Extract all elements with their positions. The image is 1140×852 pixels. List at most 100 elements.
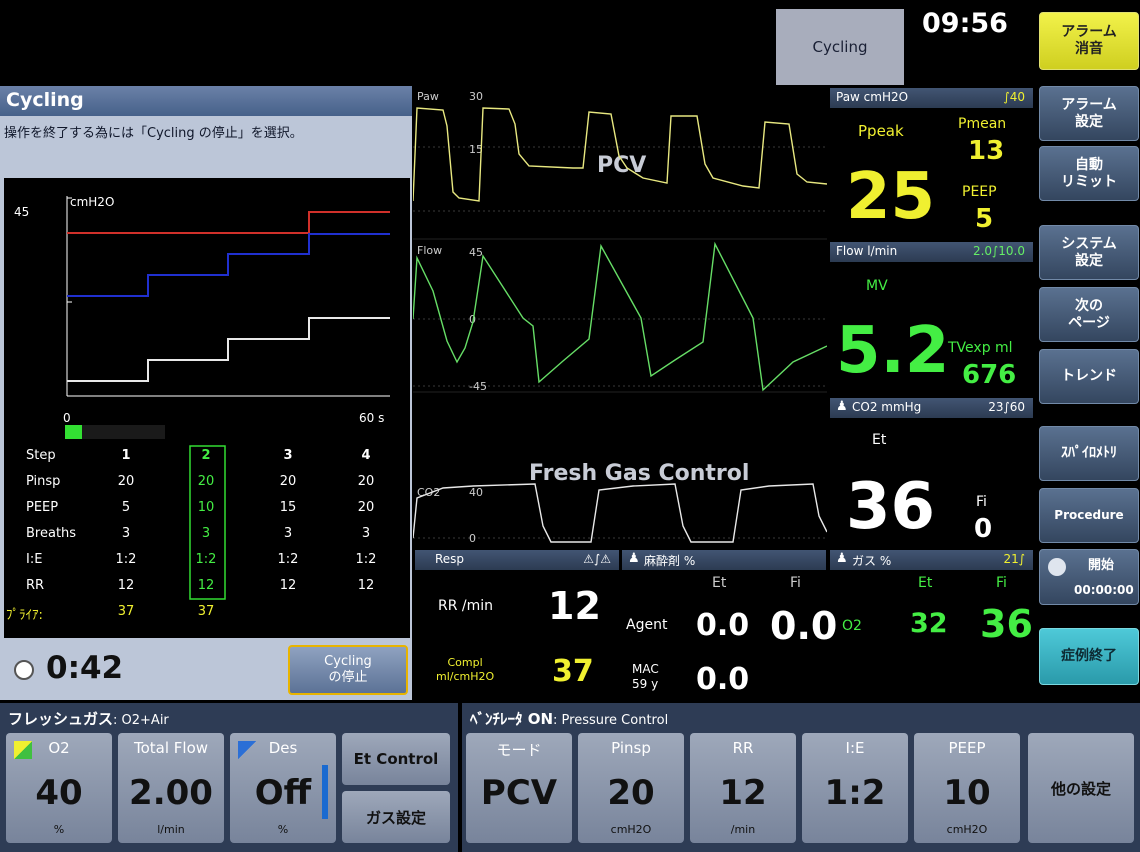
step-cell: 3 [283,526,293,541]
chart-x-start: 0 [63,411,71,425]
gas-et-label: Et [918,575,933,591]
fresh-gas-title: フレッシュガス [8,710,114,728]
step-row-label: I:E [26,552,43,567]
cycling-chart: 45 cmH2O 0 60 s [14,195,390,600]
patient-icon: ♟ [628,551,640,566]
step-cell: 1:2 [277,552,299,567]
step-cell: 20 [117,474,135,489]
cycling-message: 操作を終了する為には「Cycling の停止」を選択。 [4,126,303,141]
waveform-svg: Paw 30 15 PCV Flow 45 0 -45 CO2 40 0 Fre… [412,90,828,545]
fresh-gas-overlay: Fresh Gas Control [529,461,749,486]
trend-button[interactable]: トレンド [1039,349,1139,404]
clock: 09:56 [922,8,1008,39]
ventilator-panel: ﾍﾞﾝﾁﾚｰﾀ ON: Pressure Control モード PCV Pins… [462,703,1140,852]
step-cell: 1:2 [115,552,137,567]
step-cell: 37 [117,604,135,619]
fresh-gas-panel: フレッシュガス: O2+Air O2 40% Total Flow 2.00 l/mi… [0,703,458,852]
paw-header: Paw cmH2O ∫40 [830,88,1033,108]
svg-text:30: 30 [469,90,483,103]
pinsp-tile[interactable]: Pinsp 20 cmH2O [578,733,684,843]
spirometry-button[interactable]: ｽﾊﾟｲﾛﾒﾄﾘ [1039,426,1139,481]
rr-label: RR /min [438,598,494,614]
des-tile[interactable]: Des Off% [230,733,336,843]
mac-value: 0.0 [696,662,750,697]
cycling-title: Cycling [0,86,412,116]
stop-cycling-button[interactable]: Cycling の停止 [288,645,408,695]
paw-wave-label: Paw [417,90,439,103]
alarm-settings-button[interactable]: アラーム 設定 [1039,86,1139,141]
start-time: 00:00:00 [1074,583,1134,597]
gas-settings-button[interactable]: ガス設定 [342,791,450,843]
svg-text:0: 0 [469,532,476,545]
procedure-button[interactable]: Procedure [1039,488,1139,543]
peep-value: 5 [975,204,994,234]
mode-indicator: Cycling [776,9,904,85]
co2-header: ♟ CO2 mmHg 23∫60 [830,398,1033,418]
ie-tile[interactable]: I:E 1:2 [802,733,908,843]
patient-icon: ♟ [836,551,848,566]
ppeak-value: 25 [846,160,936,234]
peep-tile[interactable]: PEEP 10 cmH2O [914,733,1020,843]
step-cell: 20 [197,474,215,489]
step-cell: 12 [117,578,135,593]
cycling-content: 45 cmH2O 0 60 s Step Pinsp PEEP Breaths I:E R… [4,178,410,638]
alarm-silence-button[interactable]: アラーム 消音 [1039,12,1139,70]
co2-et-label: Et [872,432,887,448]
step-cell: 3 [283,448,293,463]
svg-text:45: 45 [469,246,483,259]
peep-label: PEEP [962,184,997,200]
co2-et-value: 36 [846,470,936,544]
step-cell: 12 [357,578,375,593]
start-timer-button[interactable]: 開始 00:00:00 [1039,549,1139,605]
system-settings-button[interactable]: システム 設定 [1039,225,1139,280]
ppeak-label: Ppeak [858,122,904,140]
fresh-gas-subtitle: : O2+Air [113,713,169,728]
step-cell: 2 [201,448,211,463]
step-cell: 12 [197,578,215,593]
tvexp-value: 676 [962,360,1017,390]
cycling-panel: Cycling 操作を終了する為には「Cycling の停止」を選択。 45 c… [0,86,412,700]
step-cell: 1:2 [195,552,217,567]
step-cell: 1:2 [355,552,377,567]
chart-y-top: 45 [14,205,29,219]
step-cell: 15 [279,500,297,515]
step-row-label: Breaths [26,526,77,541]
gas-fi-label: Fi [996,575,1007,591]
et-control-button[interactable]: Et Control [342,733,450,785]
o2-fi-value: 36 [980,602,1033,646]
pinsp-line [67,211,390,234]
total-flow-tile[interactable]: Total Flow 2.00 l/min [118,733,224,843]
step-cell: 20 [279,474,297,489]
stopwatch-icon [14,660,34,680]
o2-tile[interactable]: O2 40% [6,733,112,843]
co2-fi-label: Fi [976,494,987,510]
step-row-label: PEEP [26,500,59,515]
mac-label: MAC 59 y [632,662,659,691]
alarm-off-icon: ⚠∫⚠ [583,552,611,566]
step-cell: 3 [361,526,371,541]
other-settings-button[interactable]: 他の設定 [1028,733,1134,843]
step-row-label: RR [26,578,45,593]
flow-wave-label: Flow [417,244,442,257]
step-cell: 5 [121,500,131,515]
agent-header: ♟ 麻酔剤 % [622,550,826,570]
compl-value: 37 [552,654,594,689]
rr-value: 12 [548,584,601,628]
svg-text:40: 40 [469,486,483,499]
step-row-label: Step [26,448,56,463]
ventilator-subtitle: : Pressure Control [553,713,669,728]
step-cell: 20 [357,474,375,489]
case-end-button[interactable]: 症例終了 [1039,628,1139,685]
mode-tile[interactable]: モード PCV [466,733,572,843]
chart-unit: cmH2O [70,195,114,209]
rr-tile[interactable]: RR 12/min [690,733,796,843]
step-cell: 3 [201,526,211,541]
total-pressure-line [67,233,390,297]
next-page-button[interactable]: 次の ページ [1039,287,1139,342]
compl-label: Compl ml/cmH2O [436,656,495,683]
mode-overlay: PCV [597,153,646,178]
svg-text:-45: -45 [469,380,487,393]
step-cell: 4 [361,448,371,463]
step-row-label: Pinsp [26,474,61,489]
auto-limit-button[interactable]: 自動 リミット [1039,146,1139,201]
